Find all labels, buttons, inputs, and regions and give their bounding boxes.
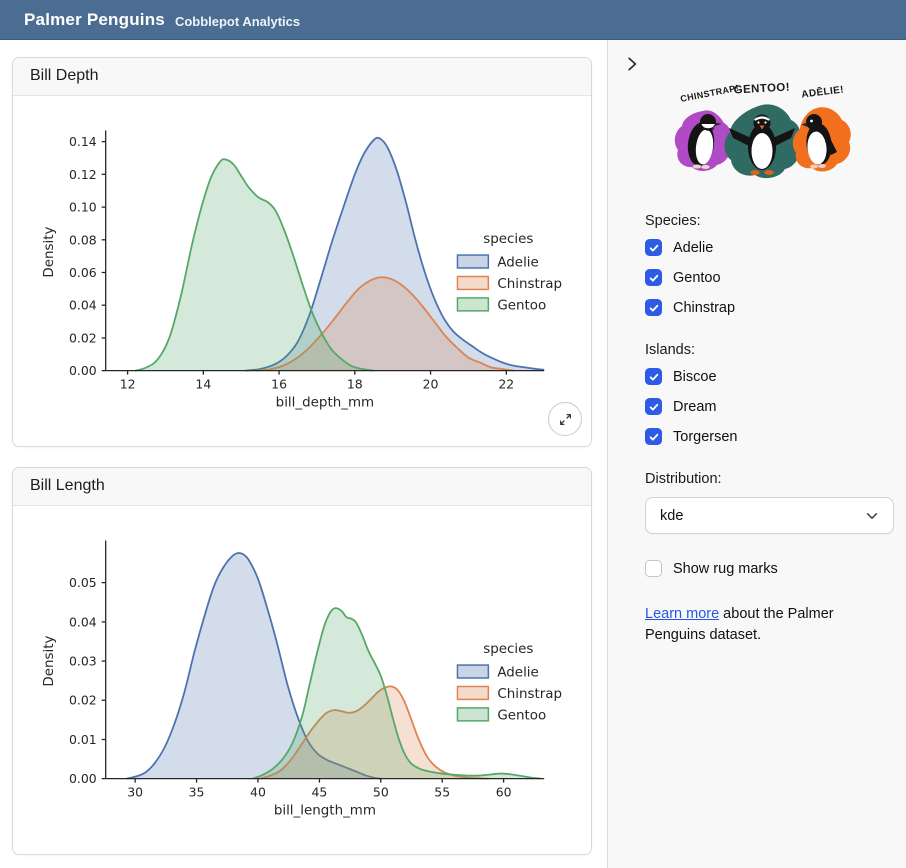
checkbox-island-biscoe[interactable]: Biscoe xyxy=(645,368,890,385)
species-section-label: Species: xyxy=(645,213,890,229)
svg-text:species: species xyxy=(483,642,533,657)
svg-text:0.04: 0.04 xyxy=(69,614,97,629)
checkbox-checked-icon xyxy=(645,269,662,286)
checkbox-unchecked-icon xyxy=(645,560,662,577)
svg-text:20: 20 xyxy=(423,377,439,392)
svg-text:bill_depth_mm: bill_depth_mm xyxy=(276,396,374,411)
app-header: Palmer Penguins Cobblepot Analytics xyxy=(0,0,906,40)
distribution-select[interactable]: kde xyxy=(645,497,894,534)
svg-text:30: 30 xyxy=(127,785,143,800)
penguin-artwork: CHINSTRAP! GENTOO! ADĒLIE! xyxy=(667,78,859,187)
svg-text:0.08: 0.08 xyxy=(69,232,97,247)
svg-text:22: 22 xyxy=(498,377,514,392)
checkbox-species-gentoo[interactable]: Gentoo xyxy=(645,269,890,286)
svg-text:50: 50 xyxy=(373,785,389,800)
checkbox-island-torgersen[interactable]: Torgersen xyxy=(645,428,890,445)
svg-text:55: 55 xyxy=(434,785,450,800)
islands-section-label: Islands: xyxy=(645,342,890,358)
svg-text:12: 12 xyxy=(120,377,136,392)
chevron-right-icon xyxy=(623,55,641,73)
sidebar-collapse-toggle[interactable] xyxy=(621,54,643,76)
checkbox-checked-icon xyxy=(645,299,662,316)
bill-length-kde-chart: 30 35 40 45 50 55 60 0.00 0.01 0.02 0.03 0.04 0.05 bi… xyxy=(13,506,591,854)
artwork-label-chinstrap: CHINSTRAP! xyxy=(679,83,739,104)
svg-text:Density: Density xyxy=(42,635,57,686)
checkbox-island-dream[interactable]: Dream xyxy=(645,398,890,415)
app-title: Palmer Penguins xyxy=(24,10,165,30)
checkbox-checked-icon xyxy=(645,368,662,385)
svg-text:0.12: 0.12 xyxy=(69,167,97,182)
main-content: Bill Depth 12 14 16 18 20 22 0.00 0.02 0.04 0.06 0… xyxy=(0,40,607,868)
checkbox-show-rug-marks[interactable]: Show rug marks xyxy=(645,560,890,577)
bill-depth-kde-chart: 12 14 16 18 20 22 0.00 0.02 0.04 0.06 0.08 0.10 0.12… xyxy=(13,96,591,446)
svg-text:Chinstrap: Chinstrap xyxy=(497,687,562,702)
svg-text:35: 35 xyxy=(189,785,205,800)
card-bill-depth: Bill Depth 12 14 16 18 20 22 0.00 0.02 0.04 0.06 0… xyxy=(12,57,592,447)
svg-text:Gentoo: Gentoo xyxy=(497,298,546,313)
artwork-label-adelie: ADĒLIE! xyxy=(801,83,845,100)
svg-text:45: 45 xyxy=(312,785,328,800)
checkbox-checked-icon xyxy=(645,239,662,256)
expand-card-button[interactable] xyxy=(548,402,582,436)
svg-text:0.06: 0.06 xyxy=(69,265,97,280)
svg-text:bill_length_mm: bill_length_mm xyxy=(274,804,376,819)
svg-text:0.02: 0.02 xyxy=(69,693,97,708)
sidebar: CHINSTRAP! GENTOO! ADĒLIE! Species: Adel… xyxy=(607,40,906,868)
svg-text:0.10: 0.10 xyxy=(69,200,97,215)
card-title-bill-length: Bill Length xyxy=(13,468,591,506)
checkbox-checked-icon xyxy=(645,428,662,445)
checkbox-species-adelie[interactable]: Adelie xyxy=(645,239,890,256)
learn-more-link[interactable]: Learn more xyxy=(645,606,719,622)
card-bill-length: Bill Length 30 35 40 45 50 55 60 0.00 0.01 0.02 0.… xyxy=(12,467,592,855)
svg-text:Adelie: Adelie xyxy=(497,666,539,681)
svg-text:16: 16 xyxy=(271,377,287,392)
svg-text:Gentoo: Gentoo xyxy=(497,708,546,723)
distribution-section-label: Distribution: xyxy=(645,471,890,487)
svg-text:14: 14 xyxy=(195,377,211,392)
svg-text:0.14: 0.14 xyxy=(69,134,97,149)
dataset-footnote: Learn more about the Palmer Penguins dat… xyxy=(645,604,875,646)
svg-text:60: 60 xyxy=(496,785,512,800)
expand-icon xyxy=(558,412,573,427)
svg-text:0.00: 0.00 xyxy=(69,363,97,378)
svg-text:0.00: 0.00 xyxy=(69,771,97,786)
checkbox-species-chinstrap[interactable]: Chinstrap xyxy=(645,299,890,316)
checkbox-checked-icon xyxy=(645,398,662,415)
svg-text:Chinstrap: Chinstrap xyxy=(497,277,562,292)
svg-text:0.05: 0.05 xyxy=(69,575,97,590)
svg-text:0.02: 0.02 xyxy=(69,330,97,345)
svg-text:Density: Density xyxy=(42,226,57,277)
svg-text:species: species xyxy=(483,232,533,247)
card-title-bill-depth: Bill Depth xyxy=(13,58,591,96)
svg-text:40: 40 xyxy=(250,785,266,800)
bill-length-plot-area: 30 35 40 45 50 55 60 0.00 0.01 0.02 0.03 0.04 0.05 bi… xyxy=(13,506,591,854)
svg-text:18: 18 xyxy=(347,377,363,392)
bill-depth-plot-area: 12 14 16 18 20 22 0.00 0.02 0.04 0.06 0.08 0.10 0.12… xyxy=(13,96,591,446)
distribution-selected-value: kde xyxy=(660,508,683,524)
app-subtitle: Cobblepot Analytics xyxy=(175,11,300,29)
svg-text:0.04: 0.04 xyxy=(69,298,97,313)
svg-text:0.03: 0.03 xyxy=(69,654,97,669)
artwork-label-gentoo: GENTOO! xyxy=(733,82,790,97)
svg-text:0.01: 0.01 xyxy=(69,732,97,747)
svg-text:Adelie: Adelie xyxy=(497,256,539,271)
chevron-down-icon xyxy=(865,509,879,523)
